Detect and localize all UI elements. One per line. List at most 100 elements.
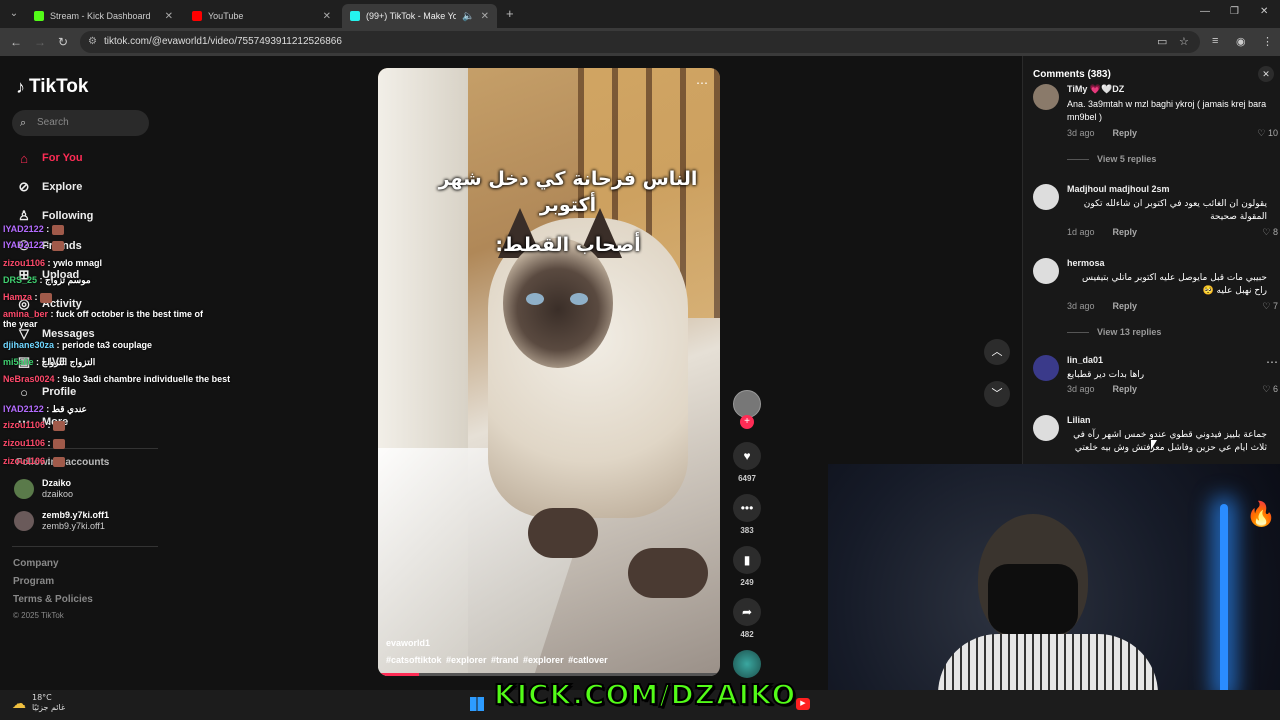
tab-youtube[interactable]: YouTube ✕	[184, 4, 339, 28]
comment-count: 383	[740, 526, 754, 535]
close-tab-icon[interactable]: ✕	[481, 11, 489, 22]
save-button[interactable]: ▮ 249	[733, 546, 761, 587]
tab-search-icon[interactable]: ⌄	[6, 6, 22, 22]
chat-text: 9alo 3adi chambre individuelle the best	[62, 374, 231, 384]
chat-text: موسم تزواج	[45, 275, 91, 285]
nav-explore[interactable]: ⊘ Explore	[16, 177, 83, 197]
minimize-icon[interactable]: —	[1200, 6, 1210, 17]
chat-username: IYAD2122	[3, 404, 44, 414]
avatar[interactable]	[1033, 84, 1059, 110]
comment-text: يقولون ان الغائب يعود في اكتوبر ان شاءلل…	[1083, 199, 1267, 222]
comment-button[interactable]: ••• 383	[733, 494, 761, 535]
install-app-icon[interactable]: ▭	[1157, 35, 1167, 48]
tiktok-logo[interactable]: ♪ TikTok	[16, 76, 88, 98]
previous-video-button[interactable]: ︿	[984, 339, 1010, 365]
mute-tab-icon[interactable]: 🔈	[462, 11, 474, 22]
forward-icon[interactable]: →	[34, 35, 46, 49]
share-count: 482	[740, 630, 754, 639]
chat-text: التزواج التزواج	[41, 357, 96, 367]
comment-like-count: 6	[1272, 384, 1278, 394]
comment-time: 1d ago	[1067, 227, 1095, 237]
comment-author[interactable]: hermosa	[1067, 258, 1105, 268]
comment-author[interactable]: Lilian	[1067, 415, 1091, 425]
reading-list-icon[interactable]: ≡	[1212, 35, 1218, 47]
youtube-taskbar-icon[interactable]: ▶	[796, 698, 810, 710]
next-video-button[interactable]: ﹀	[984, 381, 1010, 407]
creator-avatar[interactable]	[733, 390, 761, 418]
emote-icon	[53, 438, 66, 449]
video-overlay-text: أصحاب القطط:	[495, 234, 641, 256]
logo-text: TikTok	[29, 76, 89, 97]
view-replies-button[interactable]: View 13 replies	[1067, 327, 1161, 337]
new-tab-button[interactable]: +	[506, 6, 514, 21]
chat-text: ywlo mnagl	[53, 258, 103, 268]
comment-like-button[interactable]: ♡ 8	[1262, 227, 1278, 238]
reply-button[interactable]: Reply	[1113, 128, 1138, 138]
comment-like-button[interactable]: ♡ 7	[1262, 301, 1278, 312]
comment-author[interactable]: TiMy 💗🤍DZ	[1067, 84, 1124, 95]
reload-icon[interactable]: ↻	[58, 35, 68, 49]
comment-author[interactable]: Madjhoul madjhoul 2sm	[1067, 184, 1170, 194]
video-more-icon[interactable]: ⋯	[696, 76, 708, 90]
video-hashtags[interactable]: #catsoftiktok #explorer #trand #explorer…	[386, 655, 608, 665]
comment-like-count: 7	[1272, 301, 1278, 311]
reply-button[interactable]: Reply	[1113, 301, 1138, 311]
search-placeholder: Search	[37, 117, 69, 128]
sidebar-divider	[12, 546, 158, 547]
avatar[interactable]	[1033, 355, 1059, 381]
chat-username: djihane30za	[3, 340, 55, 350]
follow-plus-icon[interactable]: +	[740, 415, 754, 429]
site-info-icon[interactable]: ⚙	[88, 31, 97, 53]
comment-author[interactable]: lin_da01	[1067, 355, 1103, 365]
close-comments-icon[interactable]: ✕	[1258, 66, 1274, 82]
cat-paw	[628, 548, 708, 598]
comment-text: راها بدات دير قطبايع	[1067, 370, 1145, 380]
close-window-icon[interactable]: ✕	[1260, 6, 1268, 17]
video-player[interactable]: الناس فرحانة كي دخل شهر أكتوبر أصحاب الق…	[378, 68, 720, 676]
reply-button[interactable]: Reply	[1113, 227, 1138, 237]
following-account[interactable]: zemb9.y7ki.off1 zemb9.y7ki.off1	[14, 510, 109, 532]
tab-kick-dashboard[interactable]: Stream - Kick Dashboard ✕	[26, 4, 181, 28]
back-icon[interactable]: ←	[10, 35, 22, 49]
browser-menu-icon[interactable]: ⋮	[1262, 35, 1273, 48]
profile-icon[interactable]: ◉	[1236, 35, 1246, 48]
search-input[interactable]: ⌕ Search	[12, 110, 149, 136]
footer-program-link[interactable]: Program	[13, 576, 54, 587]
view-replies-button[interactable]: View 5 replies	[1067, 154, 1156, 164]
chat-message: DRS_25 : موسم تزواج	[3, 275, 91, 285]
avatar[interactable]	[1033, 258, 1059, 284]
url-field[interactable]: ⚙ tiktok.com/@evaworld1/video/7557493911…	[80, 31, 1200, 53]
avatar[interactable]	[1033, 415, 1059, 441]
heart-outline-icon: ♡	[1257, 128, 1266, 138]
bookmark-star-icon[interactable]: ☆	[1179, 35, 1189, 48]
following-account[interactable]: Dzaiko dzaikoo	[14, 478, 73, 500]
share-button[interactable]: ➦ 482	[733, 598, 761, 639]
tab-tiktok[interactable]: (99+) TikTok - Make Your Da 🔈 ✕	[342, 4, 497, 28]
avatar[interactable]	[1033, 184, 1059, 210]
nav-following[interactable]: ♙ Following	[16, 206, 93, 226]
nav-label: For You	[42, 152, 83, 164]
comment-like-button[interactable]: ♡ 10	[1257, 128, 1278, 139]
restore-icon[interactable]: ❐	[1230, 6, 1239, 17]
video-author[interactable]: evaworld1	[386, 638, 430, 648]
compass-icon: ⊘	[18, 179, 30, 194]
video-progress-bar[interactable]	[378, 673, 720, 676]
comment-more-icon[interactable]: ⋯	[1266, 355, 1278, 369]
close-tab-icon[interactable]: ✕	[165, 11, 173, 22]
nav-profile[interactable]: ○ Profile	[16, 382, 76, 402]
copyright: © 2025 TikTok	[13, 611, 64, 620]
like-button[interactable]: ♥ 6497	[733, 442, 761, 483]
nav-for-you[interactable]: ⌂ For You	[16, 148, 83, 168]
weather-widget[interactable]: ☁ 18°C غائم جزئيًا	[12, 693, 65, 713]
windows-start-icon[interactable]	[470, 697, 484, 711]
comment-like-button[interactable]: ♡ 6	[1262, 384, 1278, 395]
footer-terms-link[interactable]: Terms & Policies	[13, 594, 93, 605]
footer-company-link[interactable]: Company	[13, 558, 59, 569]
close-tab-icon[interactable]: ✕	[323, 11, 331, 22]
reply-button[interactable]: Reply	[1113, 384, 1138, 394]
emote-icon	[53, 456, 66, 467]
browser-tab-bar: ⌄ Stream - Kick Dashboard ✕ YouTube ✕ (9…	[0, 0, 1280, 28]
nav-label: Explore	[42, 181, 83, 193]
music-disc-icon[interactable]	[733, 650, 761, 678]
avatar	[14, 511, 34, 531]
